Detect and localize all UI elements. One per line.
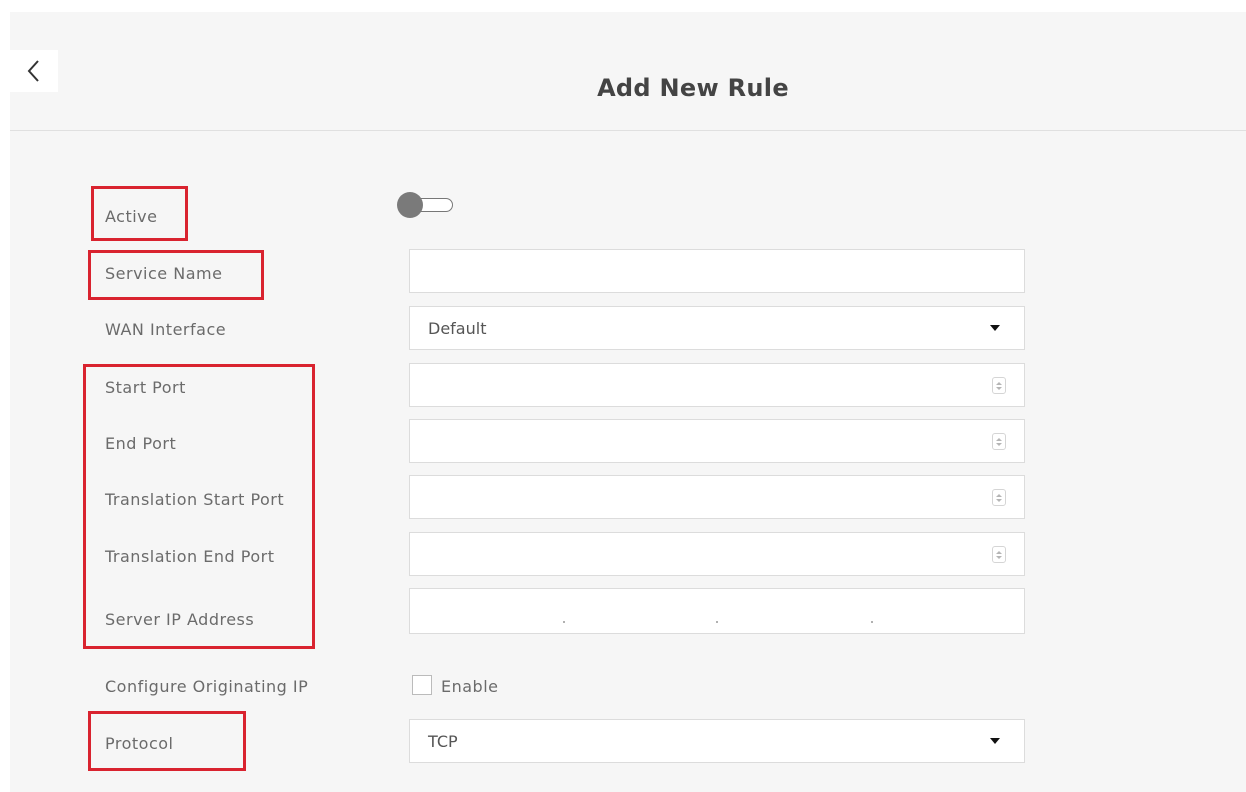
start-port-input[interactable]	[409, 363, 1025, 407]
caret-down-icon	[990, 325, 1000, 331]
caret-down-icon	[990, 738, 1000, 744]
wan-interface-label: WAN Interface	[105, 320, 227, 339]
end-port-input[interactable]	[409, 419, 1025, 463]
highlight-ports-ip	[83, 364, 315, 649]
spinner-icon[interactable]	[992, 433, 1006, 450]
translation-start-port-input[interactable]	[409, 475, 1025, 519]
spinner-icon[interactable]	[992, 546, 1006, 563]
active-toggle[interactable]	[397, 192, 455, 218]
highlight-service-name	[88, 250, 264, 300]
originating-ip-label: Configure Originating IP	[105, 677, 309, 696]
server-ip-input[interactable]	[409, 588, 1025, 634]
service-name-input[interactable]	[409, 249, 1025, 293]
highlight-protocol	[88, 711, 246, 771]
wan-interface-value: Default	[428, 318, 487, 338]
originating-ip-checkbox-label: Enable	[441, 677, 499, 696]
ip-separator	[871, 621, 873, 623]
highlight-active	[91, 186, 188, 241]
header	[10, 12, 1246, 131]
originating-ip-checkbox[interactable]	[412, 675, 432, 695]
toggle-knob	[397, 192, 423, 218]
ip-separator	[716, 621, 718, 623]
spinner-icon[interactable]	[992, 377, 1006, 394]
page-title: Add New Rule	[597, 74, 789, 102]
wan-interface-select[interactable]: Default	[409, 306, 1025, 350]
translation-end-port-input[interactable]	[409, 532, 1025, 576]
spinner-icon[interactable]	[992, 489, 1006, 506]
protocol-value: TCP	[428, 731, 458, 751]
protocol-select[interactable]: TCP	[409, 719, 1025, 763]
ip-separator	[563, 621, 565, 623]
